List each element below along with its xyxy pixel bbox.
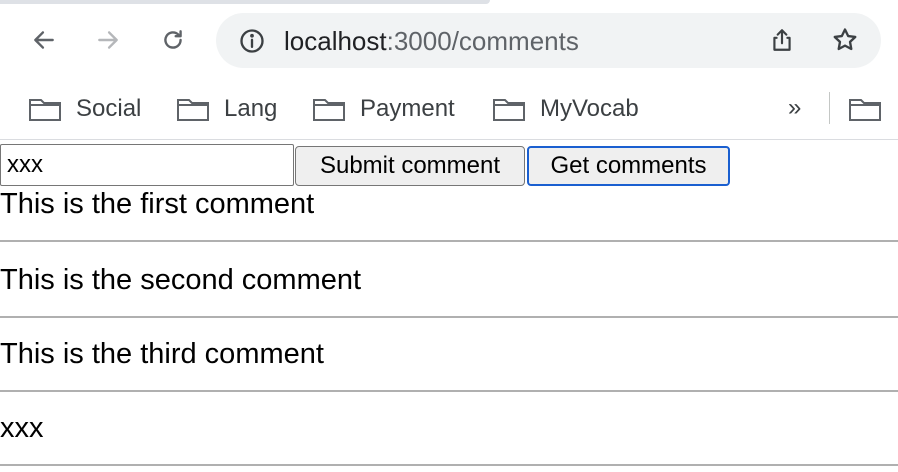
bookmarks-overflow-button[interactable]: » [788, 94, 801, 122]
reload-icon [164, 30, 182, 49]
browser-toolbar: localhost:3000/comments [0, 0, 898, 82]
page-content: Submit comment Get comments This is the … [0, 141, 898, 472]
folder-icon [849, 99, 881, 121]
bookmark-label: Payment [360, 95, 455, 122]
forward-button[interactable] [90, 22, 126, 58]
folder-icon [177, 99, 209, 121]
comment-item: This is the first comment [0, 187, 898, 261]
comment-list: This is the first comment This is the se… [0, 187, 898, 472]
url-text[interactable]: localhost:3000/comments [284, 26, 579, 56]
comment-divider [0, 316, 898, 318]
share-icon [773, 29, 791, 51]
folder-icon [493, 99, 525, 121]
bookmark-star-button[interactable] [830, 25, 860, 55]
url-path: :3000/comments [386, 26, 579, 56]
comment-text: xxx [0, 412, 44, 444]
comment-input[interactable] [0, 144, 294, 186]
arrow-left-icon [34, 31, 54, 49]
comment-divider [0, 464, 898, 466]
bookmark-label: MyVocab [540, 95, 639, 122]
bookmark-folder-payment[interactable]: Payment [312, 92, 455, 126]
comment-text: This is the first comment [0, 188, 315, 220]
comment-divider [0, 390, 898, 392]
submit-comment-button[interactable]: Submit comment [295, 146, 525, 186]
back-button[interactable] [26, 22, 62, 58]
folder-icon [29, 99, 61, 121]
url-host: localhost [284, 26, 387, 56]
other-bookmarks-folder[interactable] [848, 96, 882, 127]
get-comments-button[interactable]: Get comments [527, 146, 730, 186]
bookmark-folder-lang[interactable]: Lang [176, 92, 277, 126]
active-tab-edge [0, 0, 490, 4]
comment-text: This is the second comment [0, 264, 362, 296]
folder-icon [313, 99, 345, 121]
comment-divider [0, 240, 898, 242]
arrow-right-icon [98, 31, 118, 49]
share-button[interactable] [767, 25, 797, 55]
address-bar[interactable]: localhost:3000/comments [216, 13, 881, 68]
comment-item: xxx [0, 409, 898, 472]
bookmark-folder-myvocab[interactable]: MyVocab [492, 92, 639, 126]
bookmark-folder-social[interactable]: Social [28, 92, 141, 126]
star-icon [833, 28, 857, 51]
comment-item: This is the second comment [0, 261, 898, 335]
bookmark-label: Social [76, 95, 142, 122]
comment-text: This is the third comment [0, 338, 324, 370]
bookmarks-divider [829, 92, 830, 124]
reload-button[interactable] [155, 22, 191, 58]
comment-item: This is the third comment [0, 335, 898, 409]
bookmark-label: Lang [224, 95, 278, 122]
info-icon[interactable] [238, 27, 266, 55]
bookmarks-bar: Social Lang Payment MyVocab » [0, 82, 898, 140]
